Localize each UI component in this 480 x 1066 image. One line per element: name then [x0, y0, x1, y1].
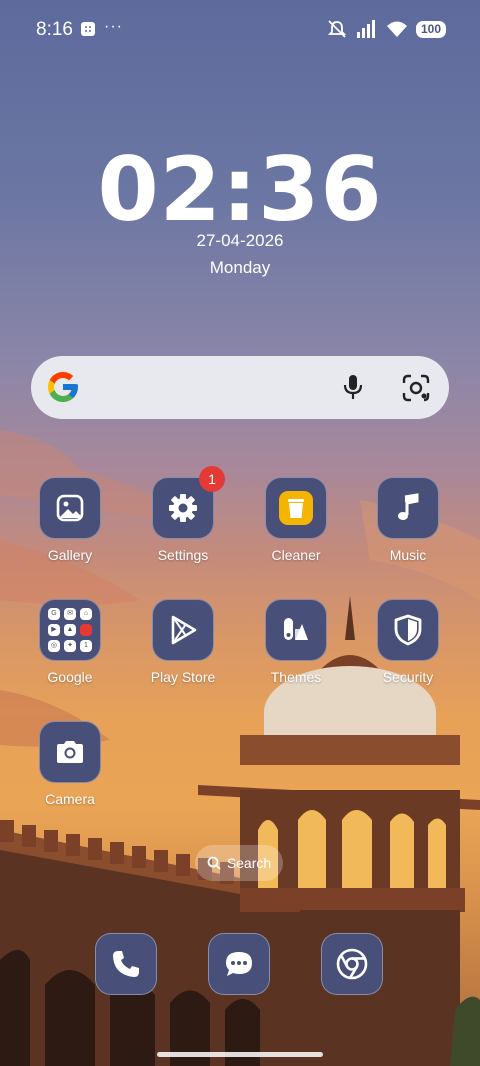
clock-weekday[interactable]: Monday — [0, 258, 480, 278]
app-label: Play Store — [150, 669, 216, 685]
app-security[interactable]: Security — [353, 599, 463, 685]
more-notifications-icon: ··· — [104, 18, 123, 35]
app-label: Cleaner — [271, 547, 321, 563]
mute-icon — [327, 20, 347, 38]
app-label: Settings — [157, 547, 209, 563]
app-camera[interactable]: Camera — [15, 721, 125, 807]
chrome-icon — [336, 948, 368, 980]
notification-app-icon — [81, 22, 95, 36]
battery-indicator: 100 — [415, 20, 446, 38]
app-label: Camera — [45, 791, 95, 807]
clock-date[interactable]: 27-04-2026 — [0, 231, 480, 251]
app-cleaner[interactable]: Cleaner — [241, 477, 351, 563]
gallery-icon — [56, 494, 84, 522]
gear-icon — [169, 494, 197, 522]
app-themes[interactable]: Themes — [241, 599, 351, 685]
wifi-icon — [386, 21, 407, 37]
play-store-icon — [171, 615, 197, 645]
phone-icon — [113, 951, 139, 977]
status-bar: 8:16 ··· 100 — [0, 0, 480, 60]
camera-icon — [57, 741, 83, 763]
folder-icon: G ✉ ⌂ ▶ ▲ ◎ ✦ 1 — [39, 599, 101, 661]
clock-time[interactable]: 02:36 — [0, 138, 480, 241]
dock-phone[interactable] — [95, 933, 157, 995]
google-search-bar[interactable] — [31, 356, 449, 419]
status-icons: 100 — [326, 19, 446, 39]
app-music[interactable]: Music — [353, 477, 463, 563]
gesture-nav-handle[interactable] — [157, 1052, 323, 1057]
app-folder-google[interactable]: G ✉ ⌂ ▶ ▲ ◎ ✦ 1 Google — [15, 599, 125, 685]
google-logo-icon — [48, 372, 78, 402]
dock-chrome[interactable] — [321, 933, 383, 995]
app-gallery[interactable]: Gallery — [15, 477, 125, 563]
messages-icon — [226, 952, 252, 976]
google-lens-icon[interactable] — [399, 371, 433, 405]
search-icon — [207, 856, 221, 870]
home-search-button[interactable]: Search — [195, 845, 283, 881]
dock-messages[interactable] — [208, 933, 270, 995]
mic-icon[interactable] — [337, 371, 369, 403]
status-time: 8:16 — [36, 19, 73, 40]
trash-icon — [279, 491, 313, 525]
app-label: Gallery — [47, 547, 93, 563]
app-label: Themes — [270, 669, 322, 685]
app-label: Security — [382, 669, 434, 685]
app-settings[interactable]: 1 Settings — [128, 466, 238, 563]
app-play-store[interactable]: Play Store — [128, 599, 238, 685]
themes-icon — [284, 618, 308, 640]
app-label: Music — [389, 547, 427, 563]
music-note-icon — [398, 493, 419, 520]
signal-icon — [356, 20, 375, 38]
shield-icon — [394, 614, 422, 646]
app-label: Google — [47, 669, 93, 685]
home-search-label: Search — [226, 855, 272, 871]
notification-badge: 1 — [199, 466, 225, 492]
